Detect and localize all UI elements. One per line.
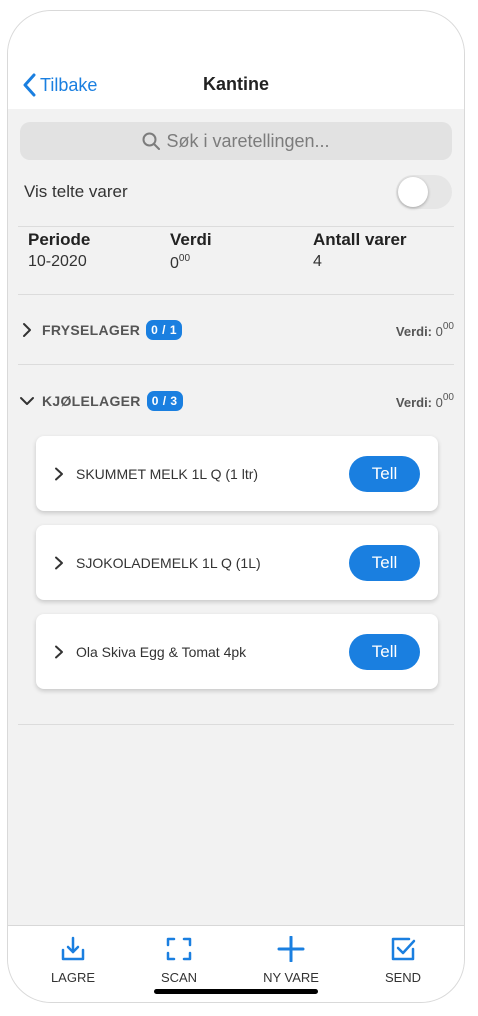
checkbox-send-icon [391, 937, 416, 961]
chevron-right-icon [54, 556, 68, 570]
stat-verdi: Verdi 000 [170, 230, 212, 273]
download-tray-icon [61, 936, 85, 961]
chevron-right-icon [54, 467, 68, 481]
item-name: SKUMMET MELK 1L Q (1 ltr) [76, 465, 259, 482]
tab-bar: LAGRE SCAN NY VARE SEND [8, 925, 464, 1002]
show-counted-toggle[interactable] [396, 175, 452, 209]
section-name: KJØLELAGER [42, 393, 141, 409]
tab-label: SEND [384, 970, 422, 985]
section-name: FRYSELAGER [42, 322, 141, 338]
toggle-knob [398, 177, 428, 207]
count-badge: 0 / 3 [146, 391, 183, 411]
chevron-right-icon [18, 321, 36, 339]
page-title: Kantine [202, 74, 269, 94]
tab-ny-vare[interactable]: NY VARE [246, 936, 336, 985]
tab-lagre[interactable]: LAGRE [28, 936, 118, 985]
count-badge: 0 / 1 [146, 320, 183, 340]
plus-icon [277, 936, 305, 962]
scan-frame-icon [166, 937, 192, 961]
list-item[interactable]: SJOKOLADEMELK 1L Q (1L) Tell [36, 525, 438, 600]
tell-button[interactable]: Tell [349, 455, 420, 492]
stat-verdi-value: 000 [170, 253, 191, 272]
list-item[interactable]: Ola Skiva Egg & Tomat 4pk Tell [36, 614, 438, 689]
tab-scan[interactable]: SCAN [134, 936, 224, 985]
search-icon [142, 132, 161, 150]
navigation-bar: Tilbake Kantine [8, 11, 464, 109]
tell-button[interactable]: Tell [349, 544, 420, 581]
summary-stats: Periode 10-2020 Verdi 000 Antall varer 4 [28, 230, 452, 275]
item-name: Ola Skiva Egg & Tomat 4pk [76, 643, 247, 660]
divider [18, 294, 454, 295]
stat-periode-label: Periode [28, 230, 91, 249]
chevron-right-icon [54, 645, 68, 659]
search-placeholder: Søk i varetellingen... [166, 130, 330, 151]
search-input[interactable]: Søk i varetellingen... [20, 122, 452, 160]
stat-periode-value: 10-2020 [28, 253, 87, 270]
divider [18, 364, 454, 365]
list-item[interactable]: SKUMMET MELK 1L Q (1 ltr) Tell [36, 436, 438, 511]
tell-button[interactable]: Tell [349, 633, 420, 670]
item-name: SJOKOLADEMELK 1L Q (1L) [76, 554, 261, 571]
section-value: Verdi: 000 [395, 392, 454, 410]
main-content: Søk i varetellingen... Vis telte varer P… [8, 109, 464, 926]
divider [18, 724, 454, 725]
stat-periode: Periode 10-2020 [28, 230, 90, 271]
phone-screen: Tilbake Kantine Søk i varetellingen... V… [7, 10, 465, 1003]
stat-antall-value: 4 [313, 253, 322, 270]
tab-label: SCAN [160, 970, 198, 985]
chevron-down-icon [18, 392, 36, 410]
section-value: Verdi: 000 [395, 321, 454, 339]
section-kjolelager[interactable]: KJØLELAGER 0 / 3 Verdi: 000 [18, 386, 454, 416]
show-counted-row: Vis telte varer [24, 174, 452, 210]
stat-antall: Antall varer 4 [313, 230, 407, 271]
stat-verdi-label: Verdi [170, 230, 212, 249]
divider [18, 226, 454, 227]
show-counted-label: Vis telte varer [24, 182, 128, 201]
stat-antall-label: Antall varer [313, 230, 407, 249]
tab-label: NY VARE [263, 970, 319, 985]
tab-send[interactable]: SEND [358, 936, 448, 985]
section-fryselager[interactable]: FRYSELAGER 0 / 1 Verdi: 000 [18, 315, 454, 345]
home-indicator[interactable] [154, 989, 318, 994]
tab-label: LAGRE [50, 970, 96, 985]
